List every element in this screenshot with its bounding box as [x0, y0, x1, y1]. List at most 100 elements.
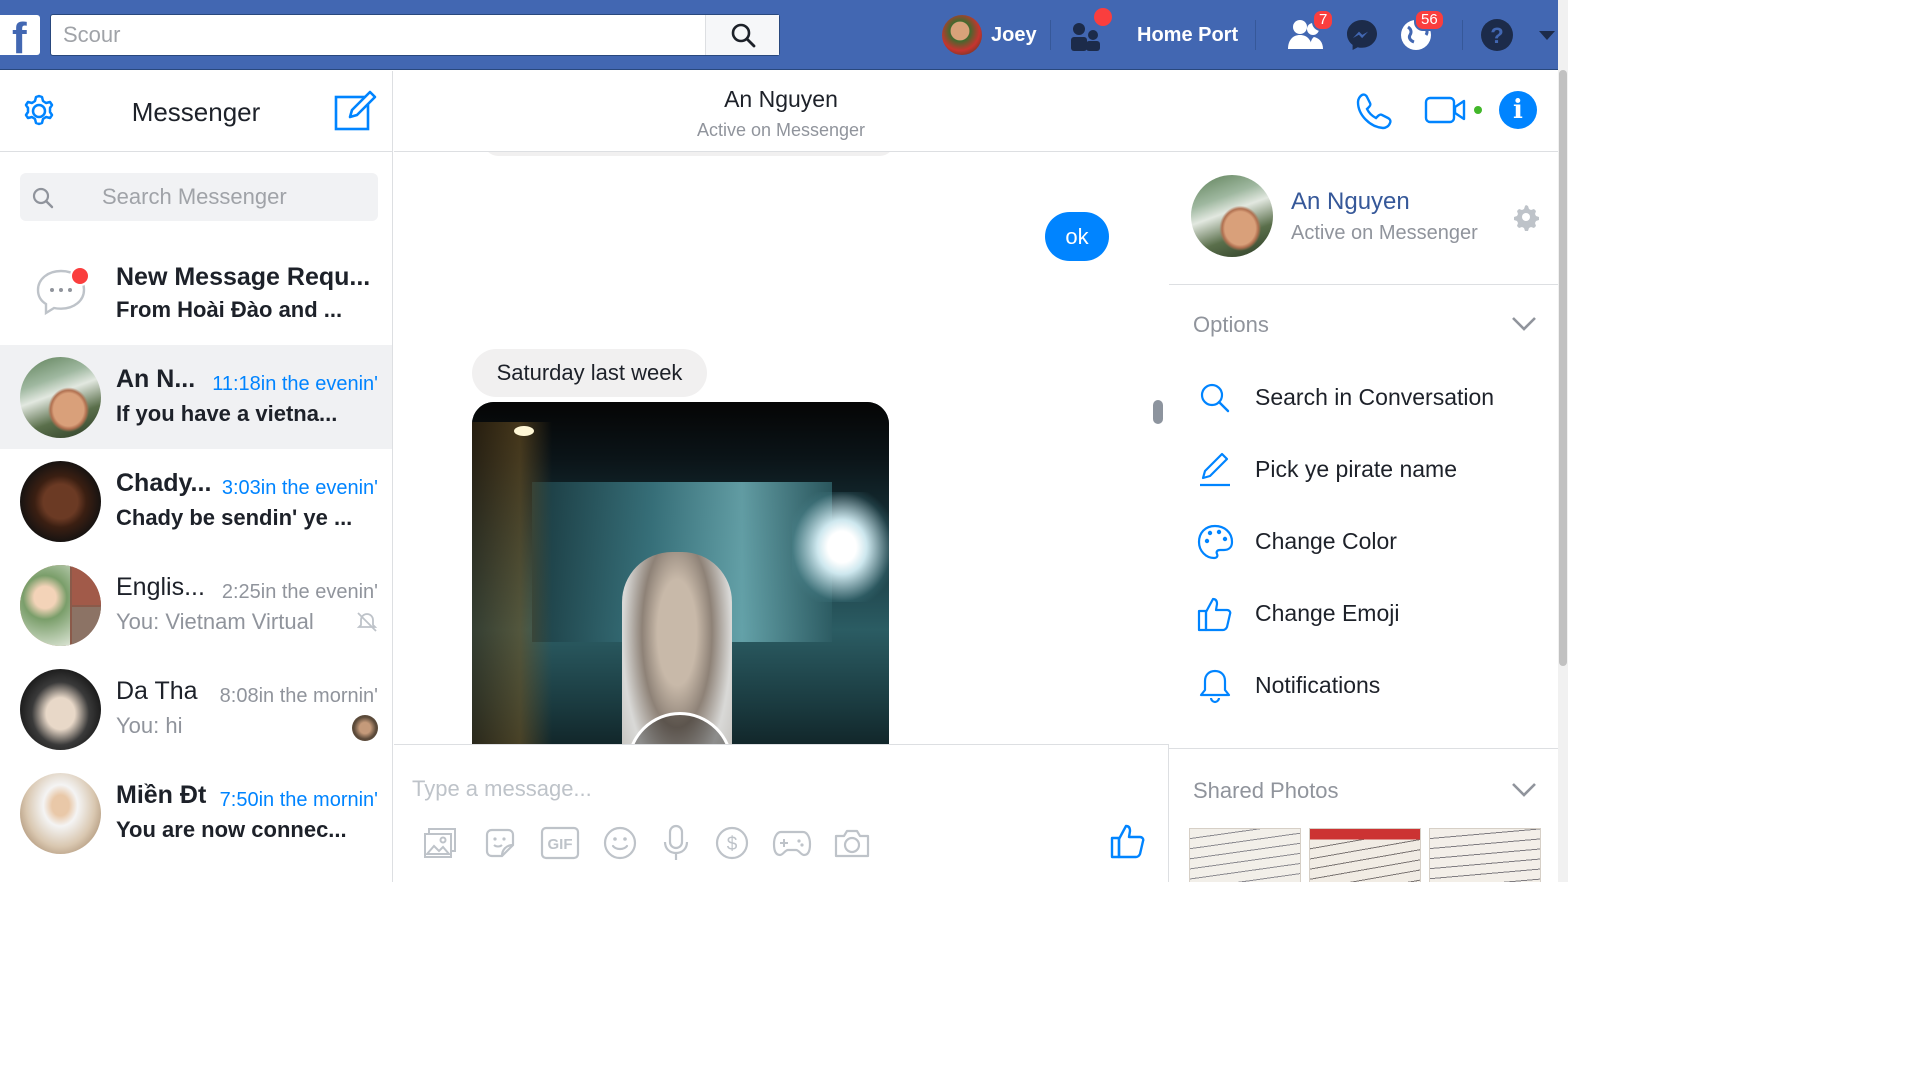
option-search-in-conversation[interactable]: Search in Conversation: [1169, 368, 1558, 428]
search-icon: [731, 23, 755, 48]
account-menu-button[interactable]: [1538, 15, 1558, 55]
shared-photo-thumbnail[interactable]: [1309, 828, 1421, 882]
find-friends-button[interactable]: [1066, 8, 1112, 55]
conversation-name: Miền Đt: [116, 781, 207, 809]
thumbs-up-icon: [1110, 824, 1145, 859]
conversation-english-group[interactable]: Englis... 2:25in the evenin' You: Vietna…: [0, 553, 392, 657]
options-title[interactable]: Options: [1193, 312, 1269, 338]
voice-clip-button[interactable]: [656, 823, 696, 863]
microphone-icon: [663, 824, 689, 860]
chat-contact-name: An Nguyen: [724, 86, 838, 112]
svg-text:?: ?: [1490, 23, 1503, 48]
phone-icon[interactable]: [1354, 91, 1394, 131]
shared-photo-thumbnail[interactable]: [1429, 828, 1541, 882]
avatar: [20, 461, 101, 542]
gear-icon[interactable]: [1511, 202, 1541, 232]
gif-button[interactable]: GIF: [540, 823, 580, 863]
conversation-name: Da Tha: [116, 677, 198, 705]
facebook-logo-icon[interactable]: f: [0, 15, 40, 55]
contact-profile: An Nguyen Active on Messenger: [1169, 152, 1558, 285]
emoji-button[interactable]: [600, 823, 640, 863]
video-active-dot: [1474, 106, 1482, 114]
games-button[interactable]: [772, 823, 812, 863]
avatar: [20, 357, 101, 438]
chevron-down-icon[interactable]: [1511, 316, 1537, 332]
help-button[interactable]: ?: [1480, 15, 1516, 55]
compose-icon: [334, 90, 377, 131]
send-like-button[interactable]: [1108, 821, 1148, 861]
add-photo-button[interactable]: [420, 823, 460, 863]
message-requests-icon: [34, 265, 94, 321]
shared-photos-title[interactable]: Shared Photos: [1193, 778, 1339, 804]
home-link[interactable]: Home Port: [1137, 15, 1238, 55]
emoji-icon: [603, 826, 637, 860]
message-composer: GIF $: [394, 744, 1169, 882]
thumbs-up-icon: [1195, 594, 1235, 634]
conversation-message-requests[interactable]: New Message Requ... From Hoài Đào and ..…: [0, 245, 392, 349]
notifications-button[interactable]: 56: [1398, 9, 1445, 55]
help-icon: ?: [1481, 19, 1513, 51]
game-controller-icon: [772, 830, 812, 857]
svg-text:GIF: GIF: [548, 836, 573, 853]
conversation-snippet: Chady be sendin' ye ...: [116, 505, 353, 530]
search-button[interactable]: [705, 15, 779, 55]
send-money-button[interactable]: $: [712, 823, 752, 863]
conversation-time: 8:08in the mornin': [219, 685, 378, 707]
chevron-down-icon[interactable]: [1511, 782, 1537, 798]
thread-scrollbar[interactable]: [1153, 400, 1163, 424]
notifications-badge: 56: [1414, 9, 1445, 31]
nav-separator: [1462, 20, 1463, 50]
shared-video[interactable]: [472, 402, 889, 744]
global-search-input[interactable]: [51, 15, 706, 55]
info-icon: i: [1513, 95, 1523, 125]
home-label: Home Port: [1137, 23, 1239, 46]
profile-link[interactable]: Joey: [942, 15, 1037, 55]
chat-contact-status: Active on Messenger: [696, 120, 866, 140]
option-nickname[interactable]: Pick ye pirate name: [1169, 440, 1558, 500]
conversation-mien-dt[interactable]: Miền Đt 7:50in the mornin' You are now c…: [0, 761, 392, 865]
palette-icon: [1195, 522, 1235, 562]
compose-button[interactable]: [332, 87, 378, 133]
conversation-time: 3:03in the evenin': [221, 477, 378, 499]
divider: [1169, 748, 1558, 749]
user-avatar: [942, 15, 982, 55]
seen-avatar: [352, 715, 378, 741]
conversation-name: Englis...: [116, 573, 205, 601]
option-notifications[interactable]: Notifications: [1169, 656, 1558, 716]
left-header: Messenger: [0, 71, 392, 152]
global-search: [50, 14, 780, 56]
conversation-snippet: You: Vietnam Virtual: [116, 609, 314, 634]
option-label: Notifications: [1255, 672, 1381, 698]
avatar: [20, 773, 101, 854]
messenger-app: f Joey Home Port 7 56: [0, 0, 1568, 882]
conversation-name: New Message Requ...: [116, 263, 371, 291]
sticker-icon: [485, 828, 515, 858]
contact-name[interactable]: An Nguyen: [1291, 188, 1410, 216]
nav-separator: [1050, 20, 1051, 50]
option-change-emoji[interactable]: Change Emoji: [1169, 584, 1558, 644]
find-friends-dot: [1094, 8, 1112, 26]
conversation-chady[interactable]: Chady... 3:03in the evenin' Chady be sen…: [0, 449, 392, 553]
info-button[interactable]: i: [1499, 91, 1537, 129]
user-name: Joey: [991, 23, 1037, 46]
window-scrollbar[interactable]: [1558, 0, 1568, 882]
option-change-color[interactable]: Change Color: [1169, 512, 1558, 572]
contact-avatar[interactable]: [1191, 175, 1273, 257]
camera-button[interactable]: [832, 823, 872, 863]
sticker-button[interactable]: [480, 823, 520, 863]
gif-icon: GIF: [540, 826, 580, 860]
messages-button[interactable]: [1344, 15, 1384, 55]
camera-icon: [834, 829, 870, 858]
messenger-icon: [1347, 20, 1377, 50]
muted-icon: [356, 612, 378, 632]
friend-requests-button[interactable]: 7: [1286, 9, 1335, 55]
shared-photo-thumbnail[interactable]: [1189, 828, 1301, 882]
message-input[interactable]: [412, 769, 1112, 809]
window-scrollbar-thumb[interactable]: [1559, 70, 1567, 666]
messenger-search-input[interactable]: [70, 173, 370, 221]
conversation-da-tha[interactable]: Da Tha 8:08in the mornin' You: hi: [0, 657, 392, 761]
conversation-an-nguyen[interactable]: An N... 11:18in the evenin' If you have …: [0, 345, 392, 449]
conversation-name: An N...: [116, 365, 196, 393]
video-call-icon[interactable]: [1424, 95, 1470, 125]
message-thread: ok Saturday last week: [394, 152, 1168, 744]
